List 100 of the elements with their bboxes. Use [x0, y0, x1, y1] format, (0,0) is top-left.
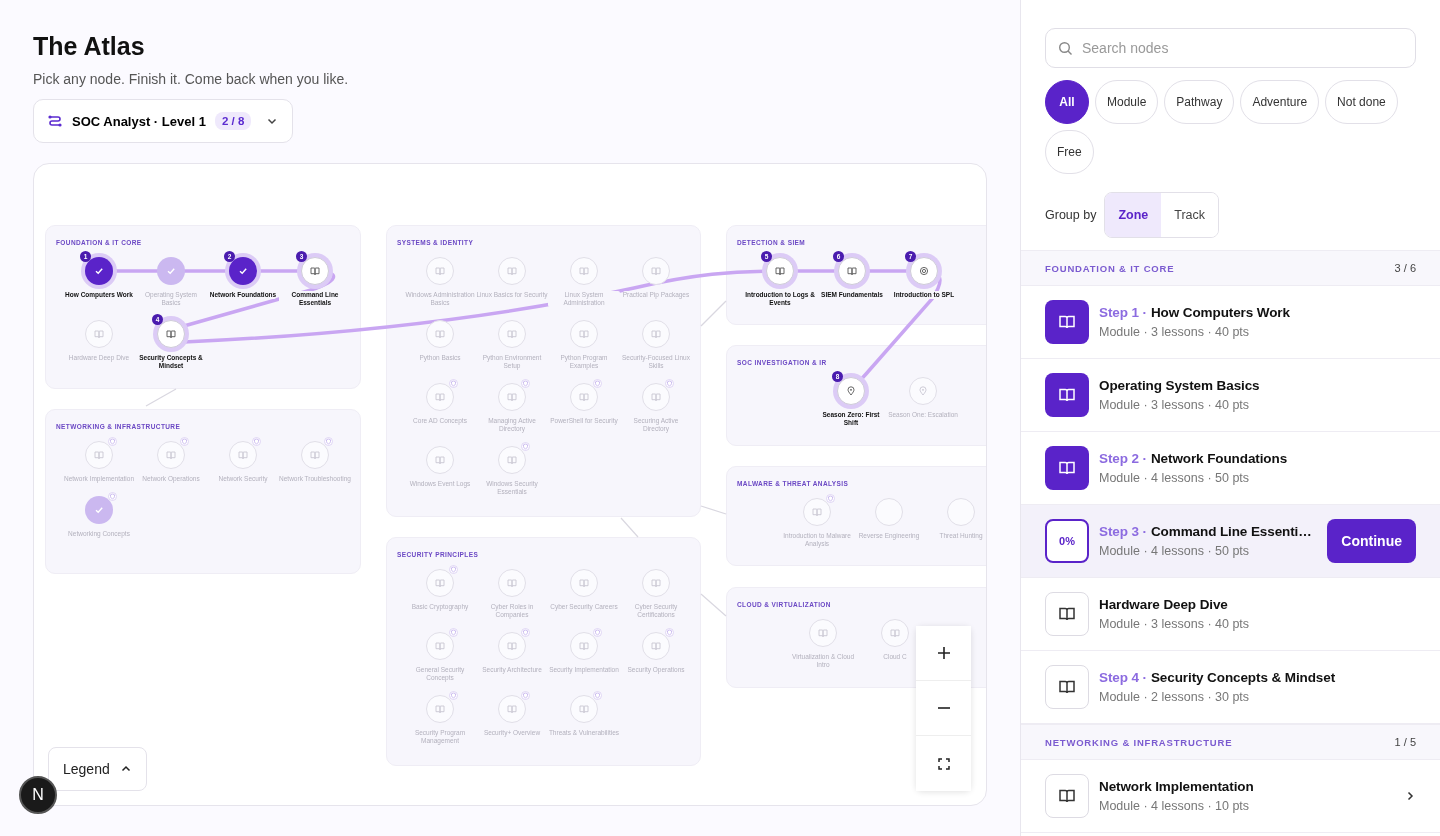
- map-node[interactable]: [85, 320, 113, 348]
- book-icon: [435, 266, 445, 276]
- map-node[interactable]: [570, 383, 598, 411]
- track-selector[interactable]: SOC Analyst · Level 1 2 / 8: [33, 99, 294, 143]
- filter-chip[interactable]: Free: [1045, 130, 1094, 174]
- map-node[interactable]: [426, 320, 454, 348]
- dev-badge[interactable]: N: [19, 776, 57, 814]
- map-node[interactable]: [570, 695, 598, 723]
- book-icon: [579, 578, 589, 588]
- filter-chip[interactable]: Pathway: [1164, 80, 1235, 124]
- map-node[interactable]: [426, 257, 454, 285]
- map-node[interactable]: [766, 257, 794, 285]
- legend-button[interactable]: Legend: [48, 747, 147, 791]
- connector-line: [620, 517, 639, 538]
- map-node[interactable]: [498, 257, 526, 285]
- zoom-in-button[interactable]: [916, 626, 971, 681]
- map-node[interactable]: [875, 498, 903, 526]
- check-icon: [238, 266, 248, 276]
- map-node[interactable]: [498, 569, 526, 597]
- map-node[interactable]: [881, 619, 909, 647]
- fit-view-button[interactable]: [916, 736, 971, 791]
- map-node[interactable]: [498, 383, 526, 411]
- map-node[interactable]: [426, 446, 454, 474]
- row-title: Step 1 · How Computers Work: [1099, 305, 1291, 320]
- map-node[interactable]: [642, 257, 670, 285]
- zoom-out-button[interactable]: [916, 681, 971, 736]
- map-node[interactable]: [642, 632, 670, 660]
- book-icon: [1058, 313, 1076, 331]
- continue-button[interactable]: Continue: [1327, 519, 1416, 563]
- book-icon: [435, 455, 445, 465]
- book-icon: [507, 455, 517, 465]
- row-meta: Module · 2 lessons · 30 pts: [1099, 690, 1251, 704]
- map-node[interactable]: [426, 632, 454, 660]
- map-node[interactable]: [498, 446, 526, 474]
- map-node[interactable]: [157, 320, 185, 348]
- book-icon: [507, 704, 517, 714]
- map-node[interactable]: [803, 498, 831, 526]
- book-icon: [651, 641, 661, 651]
- book-icon: [812, 507, 822, 517]
- map-node[interactable]: [426, 383, 454, 411]
- book-icon: [310, 450, 320, 460]
- map-node[interactable]: [570, 320, 598, 348]
- search-icon: [1058, 41, 1073, 56]
- map-node[interactable]: [837, 377, 865, 405]
- plus-icon: [936, 646, 951, 660]
- map-node[interactable]: [229, 257, 257, 285]
- map-node[interactable]: [85, 496, 113, 524]
- map-node[interactable]: [570, 257, 598, 285]
- filter-chip[interactable]: All: [1045, 80, 1089, 124]
- map-node[interactable]: [85, 257, 113, 285]
- connector-line: [700, 593, 727, 617]
- row-title: Step 2 · Network Foundations: [1099, 451, 1289, 466]
- map-node[interactable]: [570, 632, 598, 660]
- book-icon: [238, 450, 248, 460]
- map-node[interactable]: [498, 320, 526, 348]
- filter-chip[interactable]: Not done: [1325, 80, 1398, 124]
- book-icon: [166, 329, 176, 339]
- check-icon: [94, 505, 104, 515]
- book-icon: [507, 266, 517, 276]
- book-icon: [1058, 459, 1076, 477]
- connector-line: [145, 388, 177, 407]
- book-icon: [847, 266, 857, 276]
- filter-chip[interactable]: Module: [1095, 80, 1159, 124]
- map-node[interactable]: [910, 257, 938, 285]
- book-icon: [1058, 605, 1076, 623]
- map-node[interactable]: [642, 569, 670, 597]
- group-option[interactable]: Zone: [1105, 193, 1162, 237]
- search-field[interactable]: Search nodes: [1045, 28, 1416, 68]
- row-status-icon: 0%: [1045, 519, 1089, 563]
- target-icon: [919, 266, 929, 276]
- map-node[interactable]: [642, 383, 670, 411]
- map-node[interactable]: [838, 257, 866, 285]
- check-icon: [166, 266, 176, 276]
- map-node[interactable]: [498, 695, 526, 723]
- fullscreen-icon: [937, 757, 950, 770]
- map-node[interactable]: [229, 441, 257, 469]
- book-icon: [818, 628, 828, 638]
- map-node[interactable]: [301, 257, 329, 285]
- map-node[interactable]: [301, 441, 329, 469]
- book-icon: [651, 266, 661, 276]
- map-node[interactable]: [157, 257, 185, 285]
- map-node[interactable]: [570, 569, 598, 597]
- map-node[interactable]: [498, 632, 526, 660]
- map-node[interactable]: [909, 377, 937, 405]
- book-icon: [579, 392, 589, 402]
- section-title: NETWORKING & INFRASTRUCTURE: [1045, 736, 1233, 748]
- book-icon: [507, 641, 517, 651]
- book-icon: [166, 450, 176, 460]
- route-icon: [47, 113, 63, 129]
- map-node[interactable]: [947, 498, 975, 526]
- filter-chip[interactable]: Adventure: [1240, 80, 1320, 124]
- map-node[interactable]: [642, 320, 670, 348]
- map-node[interactable]: [426, 569, 454, 597]
- map-node[interactable]: [426, 695, 454, 723]
- map-node[interactable]: [809, 619, 837, 647]
- map-node[interactable]: [85, 441, 113, 469]
- book-icon: [435, 578, 445, 588]
- book-icon: [579, 641, 589, 651]
- node-row[interactable]: 0% Step 3 · Command Line Essenti… Module · 4 lessons · 50 pts Continue: [1021, 505, 1440, 578]
- map-node[interactable]: [157, 441, 185, 469]
